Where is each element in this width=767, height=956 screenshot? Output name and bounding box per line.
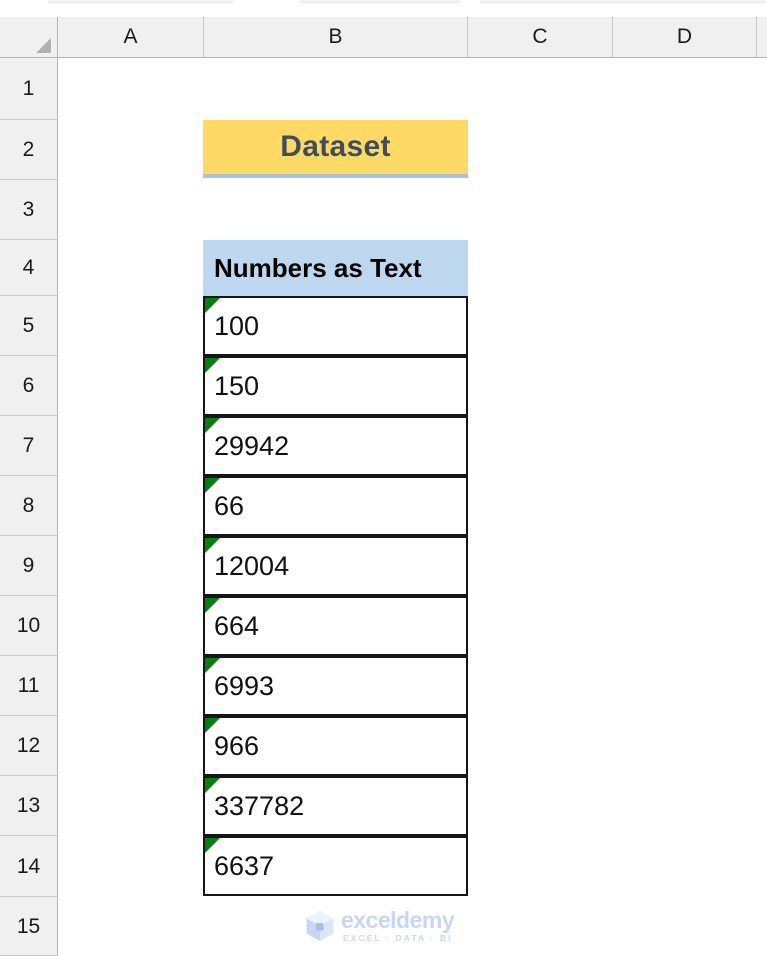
select-all-button[interactable]: [0, 17, 58, 57]
column-header-a[interactable]: A: [58, 17, 204, 57]
cell-value: 6637: [214, 850, 275, 881]
number-stored-as-text-warning-icon[interactable]: [205, 658, 220, 673]
number-stored-as-text-warning-icon[interactable]: [205, 598, 220, 613]
row-header-15[interactable]: 15: [0, 897, 57, 956]
exceldemy-cube-logo-icon: [306, 911, 334, 941]
cell-value: 337782: [214, 790, 305, 821]
data-cell-b8[interactable]: 66: [203, 476, 468, 536]
row-header-6[interactable]: 6: [0, 356, 57, 416]
row-header-14[interactable]: 14: [0, 836, 57, 897]
watermark-brand-name: exceldemy: [341, 907, 455, 934]
row-header-1[interactable]: 1: [0, 58, 57, 120]
spreadsheet-window: ABCD 1 2 3 4 5 6 7 8 9 10 11 12 13 14 15 Dataset Numbe…: [0, 0, 767, 956]
data-cell-b13[interactable]: 337782: [203, 776, 468, 836]
column-header-band: ABCD: [0, 17, 767, 58]
number-stored-as-text-warning-icon[interactable]: [205, 478, 220, 493]
row-header-2[interactable]: 2: [0, 120, 57, 180]
data-cell-b11[interactable]: 6993: [203, 656, 468, 716]
number-stored-as-text-warning-icon[interactable]: [205, 778, 220, 793]
cell-value: 12004: [214, 550, 290, 581]
data-cell-b7[interactable]: 29942: [203, 416, 468, 476]
watermark-tagline: EXCEL · DATA · BI: [343, 933, 453, 944]
number-stored-as-text-warning-icon[interactable]: [205, 418, 220, 433]
cell-value: 664: [214, 610, 260, 641]
row-header-5[interactable]: 5: [0, 296, 57, 356]
dataset-title-cell[interactable]: Dataset: [203, 120, 468, 178]
number-stored-as-text-warning-icon[interactable]: [205, 298, 220, 313]
data-cell-b10[interactable]: 664: [203, 596, 468, 656]
data-cell-b5[interactable]: 100: [203, 296, 468, 356]
column-header-d[interactable]: D: [613, 17, 757, 57]
number-stored-as-text-warning-icon[interactable]: [205, 838, 220, 853]
row-header-3[interactable]: 3: [0, 180, 57, 240]
data-cell-b14[interactable]: 6637: [203, 836, 468, 896]
row-header-9[interactable]: 9: [0, 536, 57, 596]
number-stored-as-text-warning-icon[interactable]: [205, 538, 220, 553]
row-header-4[interactable]: 4: [0, 240, 57, 296]
row-header-12[interactable]: 12: [0, 716, 57, 776]
table-column-header-cell[interactable]: Numbers as Text: [203, 240, 468, 296]
cell-value: 6993: [214, 670, 275, 701]
select-all-triangle-icon: [36, 38, 51, 53]
row-header-8[interactable]: 8: [0, 476, 57, 536]
row-header-10[interactable]: 10: [0, 596, 57, 656]
column-header-c[interactable]: C: [468, 17, 613, 57]
data-cell-b6[interactable]: 150: [203, 356, 468, 416]
exceldemy-watermark: exceldemy EXCEL · DATA · BI: [305, 906, 485, 946]
toolbar-bottom-edge: [0, 0, 767, 17]
number-stored-as-text-warning-icon[interactable]: [205, 718, 220, 733]
cell-value: 66: [214, 490, 245, 521]
row-header-11[interactable]: 11: [0, 656, 57, 716]
number-stored-as-text-warning-icon[interactable]: [205, 358, 220, 373]
cell-value: 100: [214, 310, 260, 341]
row-header-column: 1 2 3 4 5 6 7 8 9 10 11 12 13 14 15: [0, 58, 58, 956]
row-header-13[interactable]: 13: [0, 776, 57, 836]
data-cell-b9[interactable]: 12004: [203, 536, 468, 596]
cell-value: 150: [214, 370, 260, 401]
row-header-7[interactable]: 7: [0, 416, 57, 476]
column-header-b[interactable]: B: [204, 17, 468, 57]
cell-value: 966: [214, 730, 260, 761]
cell-value: 29942: [214, 430, 290, 461]
data-cell-b12[interactable]: 966: [203, 716, 468, 776]
